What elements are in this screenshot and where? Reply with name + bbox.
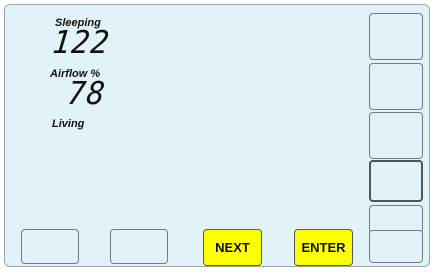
side-button-1[interactable]: [369, 13, 423, 60]
bottom-button-2[interactable]: [110, 229, 168, 264]
airflow-value: 78: [65, 75, 108, 113]
display-panel: Sleeping 122 Airflow % 78 Living NEXT EN…: [4, 4, 430, 267]
enter-button[interactable]: ENTER: [294, 229, 353, 266]
sleeping-value: 122: [50, 24, 112, 62]
side-button-4[interactable]: [369, 160, 423, 202]
side-button-3[interactable]: [369, 112, 423, 159]
bottom-button-1[interactable]: [21, 229, 79, 264]
side-button-5[interactable]: [369, 205, 423, 233]
side-button-6[interactable]: [369, 230, 423, 263]
side-button-2[interactable]: [369, 63, 423, 110]
living-label: Living: [52, 118, 85, 130]
next-button[interactable]: NEXT: [203, 229, 262, 266]
